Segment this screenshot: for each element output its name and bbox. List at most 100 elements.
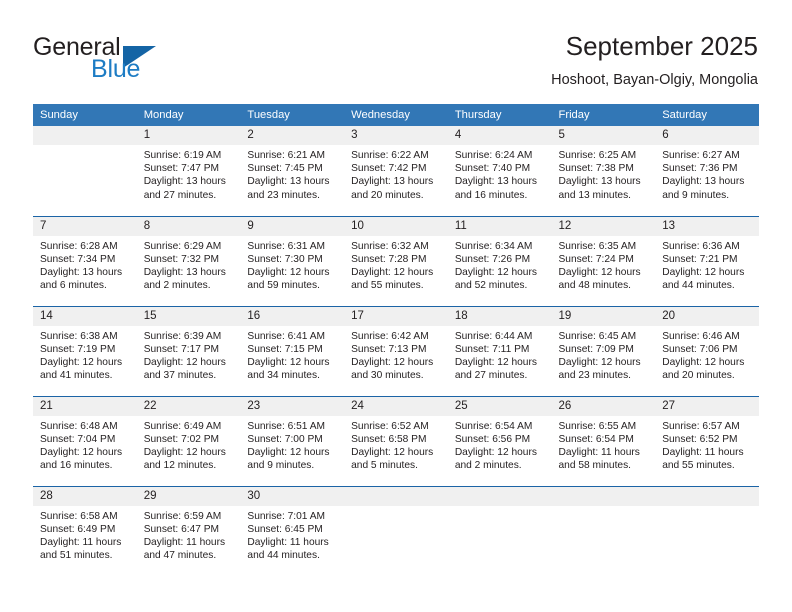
sunset-text: Sunset: 7:30 PM <box>247 253 323 265</box>
day-number: 18 <box>447 306 552 326</box>
day-cell[interactable]: 9 Sunrise: 6:31 AM Sunset: 7:30 PM Daylight… <box>240 215 345 306</box>
sunset-text: Sunset: 6:45 PM <box>247 523 323 535</box>
day-cell[interactable]: 17 Sunrise: 6:42 AM Sunset: 7:13 PM Dayligh… <box>344 305 448 396</box>
day-cell[interactable]: 29 Sunrise: 6:59 AM Sunset: 6:47 PM Dayligh… <box>136 485 241 576</box>
sunset-text: Sunset: 7:21 PM <box>662 253 738 265</box>
day-number: 30 <box>240 486 345 506</box>
sunrise-text: Sunrise: 6:25 AM <box>558 150 637 161</box>
day-cell[interactable]: 23 Sunrise: 6:51 AM Sunset: 7:00 PM Dayligh… <box>240 395 345 486</box>
daylight-text-line2: and 55 minutes. <box>662 460 735 472</box>
sunset-text: Sunset: 7:36 PM <box>662 163 738 175</box>
daylight-text-line1: Daylight: 12 hours <box>351 446 434 458</box>
day-details: Sunrise: 6:24 AM Sunset: 7:40 PM Daylight:… <box>448 145 552 202</box>
sunset-text: Sunset: 7:13 PM <box>351 343 427 355</box>
day-cell[interactable]: 21 Sunrise: 6:48 AM Sunset: 7:04 PM Dayligh… <box>33 395 137 486</box>
day-cell[interactable]: 4 Sunrise: 6:24 AM Sunset: 7:40 PM Daylight… <box>447 126 552 216</box>
day-details <box>344 506 448 510</box>
daylight-text-line1: Daylight: 12 hours <box>247 266 330 278</box>
day-details <box>552 506 656 510</box>
daylight-text-line1: Daylight: 12 hours <box>662 356 745 368</box>
daylight-text-line2: and 44 minutes. <box>247 550 320 562</box>
daylight-text-line1: Daylight: 12 hours <box>454 356 537 368</box>
day-cell[interactable]: 16 Sunrise: 6:41 AM Sunset: 7:15 PM Dayligh… <box>240 305 345 396</box>
sunset-text: Sunset: 7:42 PM <box>351 163 427 175</box>
sunset-text: Sunset: 7:40 PM <box>454 163 531 175</box>
day-details: Sunrise: 6:49 AM Sunset: 7:02 PM Daylight:… <box>137 416 241 473</box>
weekday-header-friday: Friday <box>551 104 656 126</box>
day-cell[interactable]: 10 Sunrise: 6:32 AM Sunset: 7:28 PM Dayligh… <box>344 215 448 306</box>
sunset-text: Sunset: 6:58 PM <box>351 433 427 445</box>
day-cell[interactable]: 30 Sunrise: 7:01 AM Sunset: 6:45 PM Dayligh… <box>240 485 345 576</box>
day-cell[interactable]: 11 Sunrise: 6:34 AM Sunset: 7:26 PM Dayligh… <box>447 215 552 306</box>
day-cell[interactable] <box>655 485 759 576</box>
day-details: Sunrise: 6:48 AM Sunset: 7:04 PM Daylight:… <box>33 416 137 473</box>
day-cell[interactable]: 13 Sunrise: 6:36 AM Sunset: 7:21 PM Dayligh… <box>655 215 759 306</box>
day-number: 21 <box>33 396 137 416</box>
day-cell[interactable] <box>447 485 552 576</box>
day-cell[interactable]: 12 Sunrise: 6:35 AM Sunset: 7:24 PM Dayligh… <box>551 215 656 306</box>
day-cell[interactable]: 22 Sunrise: 6:49 AM Sunset: 7:02 PM Dayligh… <box>136 395 241 486</box>
day-number: 11 <box>447 216 552 236</box>
sunrise-text: Sunrise: 6:22 AM <box>351 150 429 161</box>
weekday-header-saturday: Saturday <box>655 104 759 126</box>
sunrise-text: Sunrise: 6:49 AM <box>143 420 222 432</box>
day-number: 14 <box>33 306 137 326</box>
day-details: Sunrise: 6:39 AM Sunset: 7:17 PM Daylight:… <box>137 326 241 383</box>
daylight-text-line2: and 23 minutes. <box>558 370 632 382</box>
day-cell[interactable]: 24 Sunrise: 6:52 AM Sunset: 6:58 PM Dayligh… <box>344 395 448 486</box>
day-number: 26 <box>551 396 656 416</box>
daylight-text-line1: Daylight: 13 hours <box>247 176 330 188</box>
day-cell[interactable]: 18 Sunrise: 6:44 AM Sunset: 7:11 PM Dayligh… <box>447 305 552 396</box>
day-number <box>447 486 552 506</box>
day-details: Sunrise: 6:41 AM Sunset: 7:15 PM Daylight:… <box>240 326 344 383</box>
day-cell[interactable]: 7 Sunrise: 6:28 AM Sunset: 7:34 PM Daylight… <box>33 215 137 306</box>
day-number: 17 <box>344 306 448 326</box>
daylight-text-line1: Daylight: 13 hours <box>143 176 226 188</box>
day-cell[interactable]: 14 Sunrise: 6:38 AM Sunset: 7:19 PM Dayligh… <box>33 305 137 396</box>
sunset-text: Sunset: 7:38 PM <box>558 163 634 175</box>
day-number: 7 <box>33 216 137 236</box>
daylight-text-line1: Daylight: 11 hours <box>247 536 329 548</box>
weekday-header-tuesday: Tuesday <box>240 104 345 126</box>
sunset-text: Sunset: 7:45 PM <box>247 163 323 175</box>
daylight-text-line2: and 20 minutes. <box>662 370 735 382</box>
day-cell[interactable]: 19 Sunrise: 6:45 AM Sunset: 7:09 PM Dayligh… <box>551 305 656 396</box>
sunset-text: Sunset: 7:34 PM <box>40 253 116 265</box>
sunrise-text: Sunrise: 6:48 AM <box>40 420 118 432</box>
day-cell[interactable]: 1 Sunrise: 6:19 AM Sunset: 7:47 PM Daylight… <box>136 126 241 216</box>
day-cell[interactable]: 26 Sunrise: 6:55 AM Sunset: 6:54 PM Dayligh… <box>551 395 656 486</box>
day-details: Sunrise: 6:59 AM Sunset: 6:47 PM Daylight:… <box>137 506 241 563</box>
day-cell[interactable]: 6 Sunrise: 6:27 AM Sunset: 7:36 PM Daylight… <box>655 126 759 216</box>
day-number: 28 <box>33 486 137 506</box>
day-cell[interactable]: 15 Sunrise: 6:39 AM Sunset: 7:17 PM Dayligh… <box>136 305 241 396</box>
daylight-text-line1: Daylight: 11 hours <box>558 446 640 458</box>
daylight-text-line2: and 37 minutes. <box>143 370 217 382</box>
day-cell[interactable]: 28 Sunrise: 6:58 AM Sunset: 6:49 PM Dayligh… <box>33 485 137 576</box>
day-cell[interactable]: 25 Sunrise: 6:54 AM Sunset: 6:56 PM Dayligh… <box>447 395 552 486</box>
day-cell[interactable]: 27 Sunrise: 6:57 AM Sunset: 6:52 PM Dayligh… <box>655 395 759 486</box>
page-header: General Blue September 2025 Hoshoot, Bay… <box>0 0 792 100</box>
day-cell[interactable]: 5 Sunrise: 6:25 AM Sunset: 7:38 PM Daylight… <box>551 126 656 216</box>
daylight-text-line1: Daylight: 11 hours <box>40 536 122 548</box>
daylight-text-line2: and 47 minutes. <box>143 550 217 562</box>
day-cell[interactable] <box>33 126 137 216</box>
sunset-text: Sunset: 7:06 PM <box>662 343 738 355</box>
day-number: 1 <box>136 126 241 145</box>
day-cell[interactable]: 2 Sunrise: 6:21 AM Sunset: 7:45 PM Daylight… <box>240 126 345 216</box>
sunrise-text: Sunrise: 6:28 AM <box>40 240 118 252</box>
sunrise-text: Sunrise: 6:39 AM <box>143 330 222 342</box>
day-cell[interactable] <box>551 485 656 576</box>
day-cell[interactable] <box>344 485 448 576</box>
day-details: Sunrise: 6:54 AM Sunset: 6:56 PM Daylight:… <box>448 416 552 473</box>
general-blue-logo[interactable]: General Blue <box>33 33 243 89</box>
calendar-header-row: Sunday Monday Tuesday Wednesday Thursday… <box>33 104 759 126</box>
day-cell[interactable]: 20 Sunrise: 6:46 AM Sunset: 7:06 PM Dayligh… <box>655 305 759 396</box>
calendar-page: General Blue September 2025 Hoshoot, Bay… <box>0 0 792 612</box>
sunset-text: Sunset: 6:49 PM <box>40 523 116 535</box>
calendar-table: Sunday Monday Tuesday Wednesday Thursday… <box>33 104 759 576</box>
weekday-header-wednesday: Wednesday <box>344 104 448 126</box>
daylight-text-line1: Daylight: 12 hours <box>40 446 123 458</box>
calendar-body: 1 Sunrise: 6:19 AM Sunset: 7:47 PM Daylight… <box>33 126 759 576</box>
day-cell[interactable]: 3 Sunrise: 6:22 AM Sunset: 7:42 PM Daylight… <box>344 126 448 216</box>
day-cell[interactable]: 8 Sunrise: 6:29 AM Sunset: 7:32 PM Daylight… <box>136 215 241 306</box>
